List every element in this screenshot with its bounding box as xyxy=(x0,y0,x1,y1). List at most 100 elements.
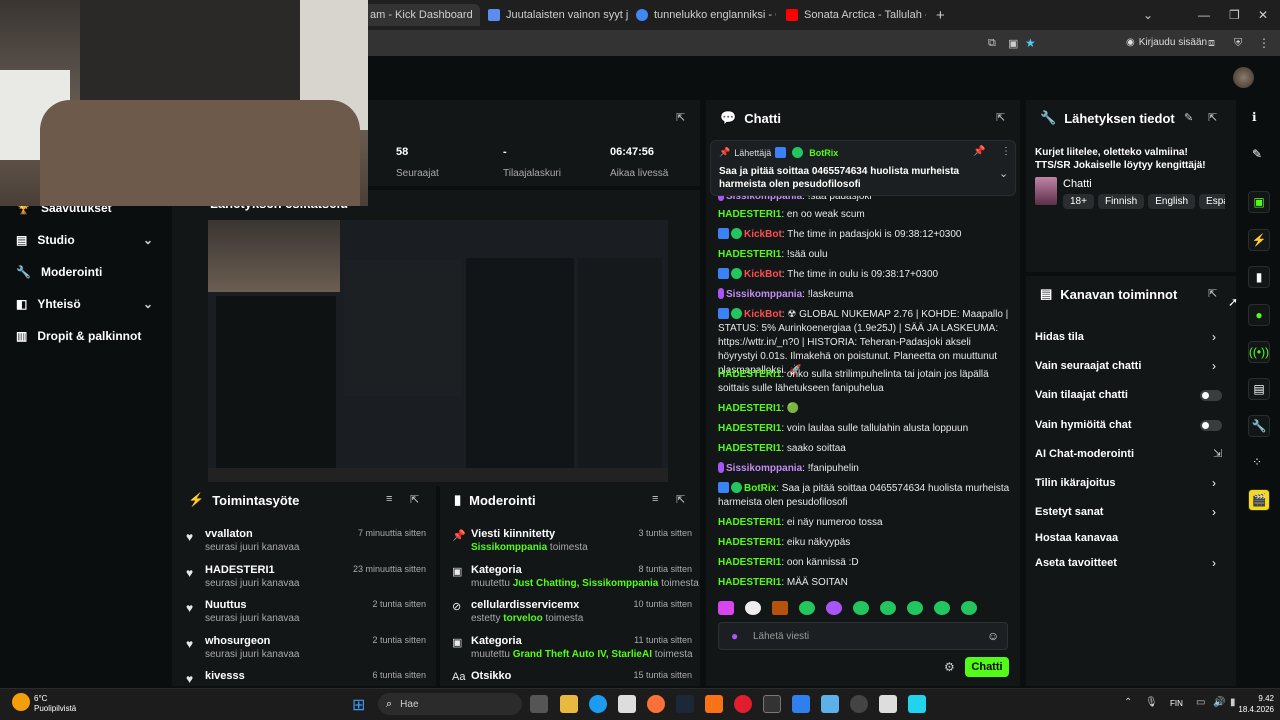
opera-icon[interactable] xyxy=(734,695,752,713)
nav-drops[interactable]: ▥ Dropit & palkinnot xyxy=(16,326,141,346)
chat-username[interactable]: HADESTERI1 xyxy=(718,209,781,220)
action-slow-mode[interactable]: Hidas tila xyxy=(1035,331,1084,343)
chevron-right-icon[interactable]: › xyxy=(1212,505,1216,519)
app-icon[interactable] xyxy=(879,695,897,713)
tag[interactable]: English xyxy=(1148,194,1196,209)
chat-bubble-icon[interactable]: ● xyxy=(1248,304,1270,326)
action-blocked-words[interactable]: Estetyt sanat xyxy=(1035,506,1103,518)
info-icon[interactable]: ℹ xyxy=(1252,110,1257,124)
stream-preview[interactable] xyxy=(208,220,668,482)
settings-gear-icon[interactable]: ⚙ xyxy=(944,660,955,674)
screenshot-icon[interactable]: ⧉ xyxy=(988,37,996,50)
tools-icon[interactable]: ▤ xyxy=(1248,378,1270,400)
network-icon[interactable]: ▭ xyxy=(1196,697,1205,708)
chevron-right-icon[interactable]: › xyxy=(1212,556,1216,570)
app-icon[interactable] xyxy=(792,695,810,713)
weather-widget[interactable]: 6°C Puolipilvistä xyxy=(34,694,76,714)
emoji-icon[interactable]: ☺ xyxy=(987,629,999,643)
close-icon[interactable]: ✕ xyxy=(479,8,480,22)
screen-icon[interactable]: ▣ xyxy=(1248,191,1270,213)
nav-community[interactable]: ◧ Yhteisö ⌄ xyxy=(16,294,153,314)
tray-chevron-icon[interactable]: ⌃ xyxy=(1124,697,1132,708)
chat-username[interactable]: KickBot xyxy=(744,229,782,240)
tab-juutalaisten[interactable]: Juutalaisten vainon syyt ja aika✕ xyxy=(488,4,628,26)
action-set-goals[interactable]: Aseta tavoitteet xyxy=(1035,557,1117,569)
chat-username[interactable]: HADESTERI1 xyxy=(718,537,781,548)
edit-pencil-icon[interactable]: ✎ xyxy=(1252,147,1262,161)
clock[interactable]: 9.42 18.4.2026 xyxy=(1236,693,1274,715)
battery-icon[interactable]: ▮ xyxy=(1230,697,1236,708)
chat-username[interactable]: HADESTERI1 xyxy=(718,557,781,568)
nav-studio[interactable]: ▤ Studio ⌄ xyxy=(16,230,153,250)
chat-input-box[interactable]: ● Lähetä viesti ☺ xyxy=(718,622,1008,650)
popout-icon[interactable]: ⇱ xyxy=(676,111,685,124)
popout-icon[interactable]: ⇱ xyxy=(996,111,1005,124)
send-chat-button[interactable]: Chatti xyxy=(965,657,1009,677)
chat-username[interactable]: HADESTERI1 xyxy=(718,577,781,588)
edit-pencil-icon[interactable]: ✎ xyxy=(1184,111,1193,124)
emote-icon[interactable] xyxy=(853,601,869,615)
tab-list-icon[interactable]: ⌄ xyxy=(1143,8,1153,22)
extensions-icon[interactable]: ⧈ xyxy=(1208,37,1215,50)
chat-username[interactable]: Sissikomppania xyxy=(726,289,802,300)
tab-kick-dashboard[interactable]: am - Kick Dashboard✕ xyxy=(362,4,480,26)
menu-icon[interactable]: ⋮ xyxy=(1258,36,1270,50)
mic-icon[interactable]: 🎙 xyxy=(1145,697,1158,708)
tag[interactable]: Españ xyxy=(1199,194,1225,209)
avatar[interactable] xyxy=(1233,67,1254,88)
app-icon[interactable] xyxy=(821,695,839,713)
emote-icon[interactable] xyxy=(745,601,761,615)
emote-icon[interactable] xyxy=(826,601,842,615)
tag[interactable]: 18+ xyxy=(1063,194,1094,209)
external-link-icon[interactable]: ⇲ xyxy=(1213,447,1222,460)
steam-icon[interactable] xyxy=(676,695,694,713)
bolt-icon[interactable]: ⚡ xyxy=(1248,229,1270,251)
wrench-icon[interactable]: 🔧 xyxy=(1248,415,1270,437)
chat-username[interactable]: HADESTERI1 xyxy=(718,369,781,380)
chevron-right-icon[interactable]: › xyxy=(1212,476,1216,490)
broadcast-icon[interactable]: ((•)) xyxy=(1248,341,1270,363)
emote-icon[interactable] xyxy=(799,601,815,615)
tab-youtube[interactable]: Sonata Arctica - Tallulah - YouT✕ xyxy=(786,4,926,26)
chat-username[interactable]: HADESTERI1 xyxy=(718,443,781,454)
unpin-icon[interactable]: 📌 xyxy=(973,146,985,157)
category-name[interactable]: Chatti xyxy=(1063,178,1092,190)
popout-icon[interactable]: ⇱ xyxy=(1208,287,1217,300)
shield-icon[interactable]: ⛨ xyxy=(1234,37,1242,50)
chat-username[interactable]: HADESTERI1 xyxy=(718,517,781,528)
emote-icon[interactable] xyxy=(961,601,977,615)
emote-icon[interactable] xyxy=(907,601,923,615)
input-language[interactable]: FIN xyxy=(1170,699,1183,708)
taskbar-search[interactable]: ⌕ Hae xyxy=(378,693,522,715)
chevron-down-icon[interactable]: ⌄ xyxy=(999,167,1008,180)
edge-icon[interactable] xyxy=(589,695,607,713)
close-window-icon[interactable]: ✕ xyxy=(1258,8,1268,22)
chevron-right-icon[interactable]: › xyxy=(1212,330,1216,344)
emote-icon[interactable] xyxy=(934,601,950,615)
maximize-icon[interactable]: ❐ xyxy=(1229,8,1240,22)
clapper-icon[interactable]: 🎬 xyxy=(1248,489,1270,511)
action-followers-only[interactable]: Vain seuraajat chatti xyxy=(1035,360,1141,372)
tab-google[interactable]: tunnelukko englanniksi - Googl✕ xyxy=(636,4,776,26)
emotes-only-toggle[interactable] xyxy=(1200,420,1222,431)
new-tab-button[interactable]: + xyxy=(936,7,945,24)
emote-icon[interactable] xyxy=(880,601,896,615)
chat-username[interactable]: KickBot xyxy=(744,269,782,280)
document-icon[interactable]: ▮ xyxy=(1248,266,1270,288)
file-explorer-icon[interactable] xyxy=(560,695,578,713)
firefox-icon[interactable] xyxy=(647,695,665,713)
chat-username[interactable]: KickBot xyxy=(744,309,782,320)
chat-input-placeholder[interactable]: Lähetä viesti xyxy=(753,631,809,642)
emote-icon[interactable] xyxy=(772,601,788,615)
action-ai-moderation[interactable]: AI Chat-moderointi xyxy=(1035,448,1134,460)
chat-username[interactable]: Sissikomppania xyxy=(726,463,802,474)
popout-icon[interactable]: ⇱ xyxy=(410,493,419,506)
popout-icon[interactable]: ⇱ xyxy=(1208,111,1217,124)
more-icon[interactable]: ⋮ xyxy=(1001,146,1011,157)
subscribers-only-toggle[interactable] xyxy=(1200,390,1222,401)
minimize-icon[interactable]: — xyxy=(1198,8,1210,22)
chevron-right-icon[interactable]: › xyxy=(1212,359,1216,373)
notepad-icon[interactable] xyxy=(908,695,926,713)
favorite-star-icon[interactable]: ★ xyxy=(1025,36,1036,50)
windows-start-icon[interactable]: ⊞ xyxy=(352,695,365,715)
